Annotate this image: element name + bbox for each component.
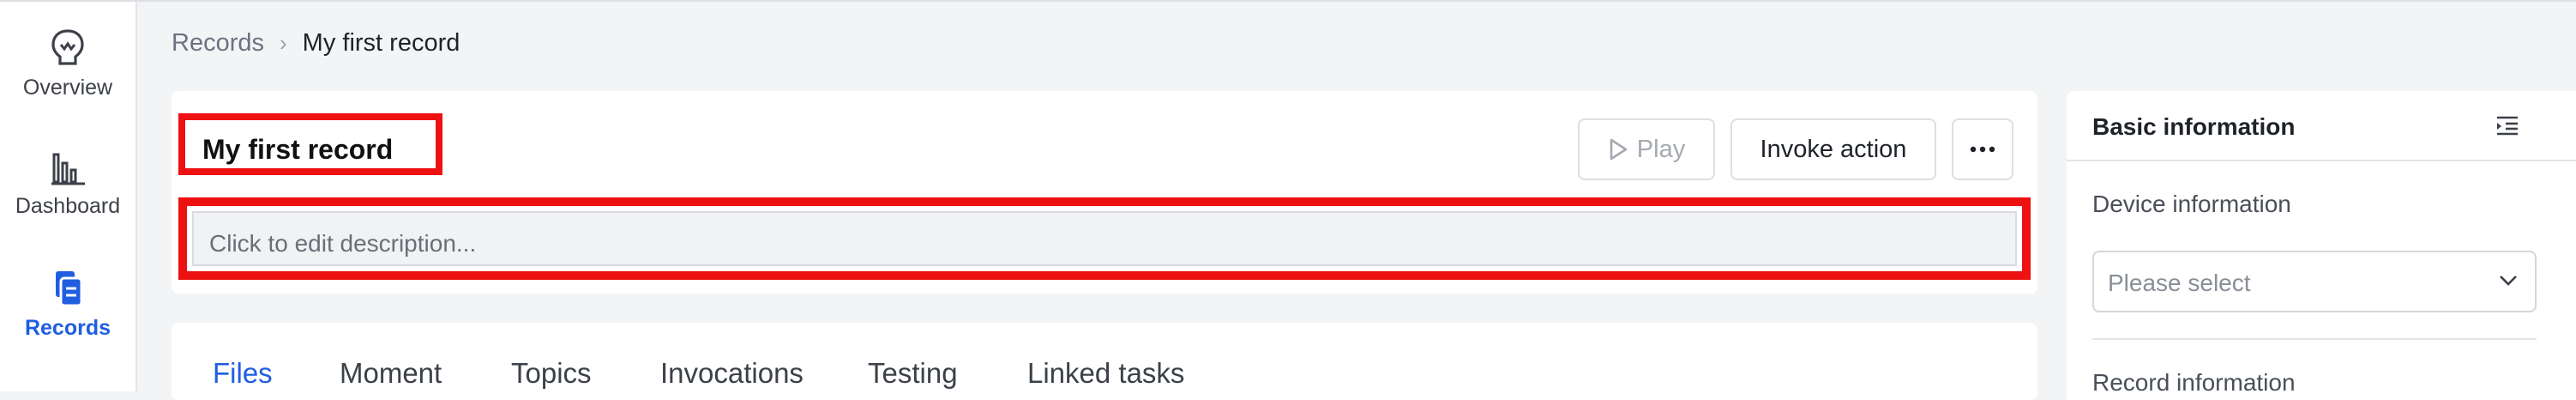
ellipsis-icon <box>1970 146 1995 153</box>
tab-files[interactable]: Files <box>213 357 273 390</box>
invoke-action-button[interactable]: Invoke action <box>1730 118 1936 180</box>
nav-item-records[interactable]: Records <box>0 270 135 341</box>
record-tabs-card: Files Moment Topics Invocations Testing … <box>172 323 2037 400</box>
device-select-placeholder: Please select <box>2108 270 2251 296</box>
more-button[interactable] <box>1952 118 2013 180</box>
top-border <box>0 0 2576 2</box>
record-title: My first record <box>202 134 394 165</box>
nav-item-overview[interactable]: Overview <box>0 27 135 100</box>
play-button[interactable]: Play <box>1578 118 1715 180</box>
panel-divider <box>2067 160 2576 161</box>
section-divider <box>2092 338 2537 340</box>
description-highlight: Click to edit description... <box>178 197 2031 280</box>
tab-testing[interactable]: Testing <box>868 357 958 390</box>
play-icon <box>1610 138 1628 161</box>
nav-label: Dashboard <box>15 194 121 218</box>
record-header-card: My first record Click to edit descriptio… <box>172 91 2037 294</box>
description-field[interactable]: Click to edit description... <box>192 211 2017 266</box>
records-icon <box>56 271 83 307</box>
bar-chart-icon <box>51 153 85 185</box>
breadcrumb-link-records[interactable]: Records <box>172 29 264 58</box>
nav-label: Overview <box>22 76 113 100</box>
panel-title: Basic information <box>2092 113 2296 140</box>
sidebar-nav: Overview Dashboard Records <box>0 2 137 391</box>
tab-moment[interactable]: Moment <box>340 357 442 390</box>
description-placeholder: Click to edit description... <box>209 230 477 257</box>
brain-icon <box>51 29 84 65</box>
basic-information-panel: Basic information Device information Ple… <box>2067 91 2576 400</box>
tab-topics[interactable]: Topics <box>511 357 592 390</box>
nav-label: Records <box>24 316 111 340</box>
record-title-field[interactable]: My first record <box>178 113 442 175</box>
breadcrumb-current: My first record <box>302 29 460 57</box>
collapse-panel-icon[interactable] <box>2495 115 2519 136</box>
chevron-down-icon <box>2500 276 2517 286</box>
tab-invocations[interactable]: Invocations <box>660 357 803 390</box>
play-label: Play <box>1636 135 1686 163</box>
device-select[interactable]: Please select <box>2092 251 2537 312</box>
breadcrumb: Records › My first record <box>172 29 460 58</box>
nav-item-dashboard[interactable]: Dashboard <box>0 149 135 219</box>
record-information-label: Record information <box>2092 369 2296 396</box>
invoke-label: Invoke action <box>1760 135 1907 163</box>
chevron-right-icon: › <box>280 30 287 56</box>
tab-linked-tasks[interactable]: Linked tasks <box>1027 357 1184 390</box>
device-information-label: Device information <box>2092 191 2291 217</box>
